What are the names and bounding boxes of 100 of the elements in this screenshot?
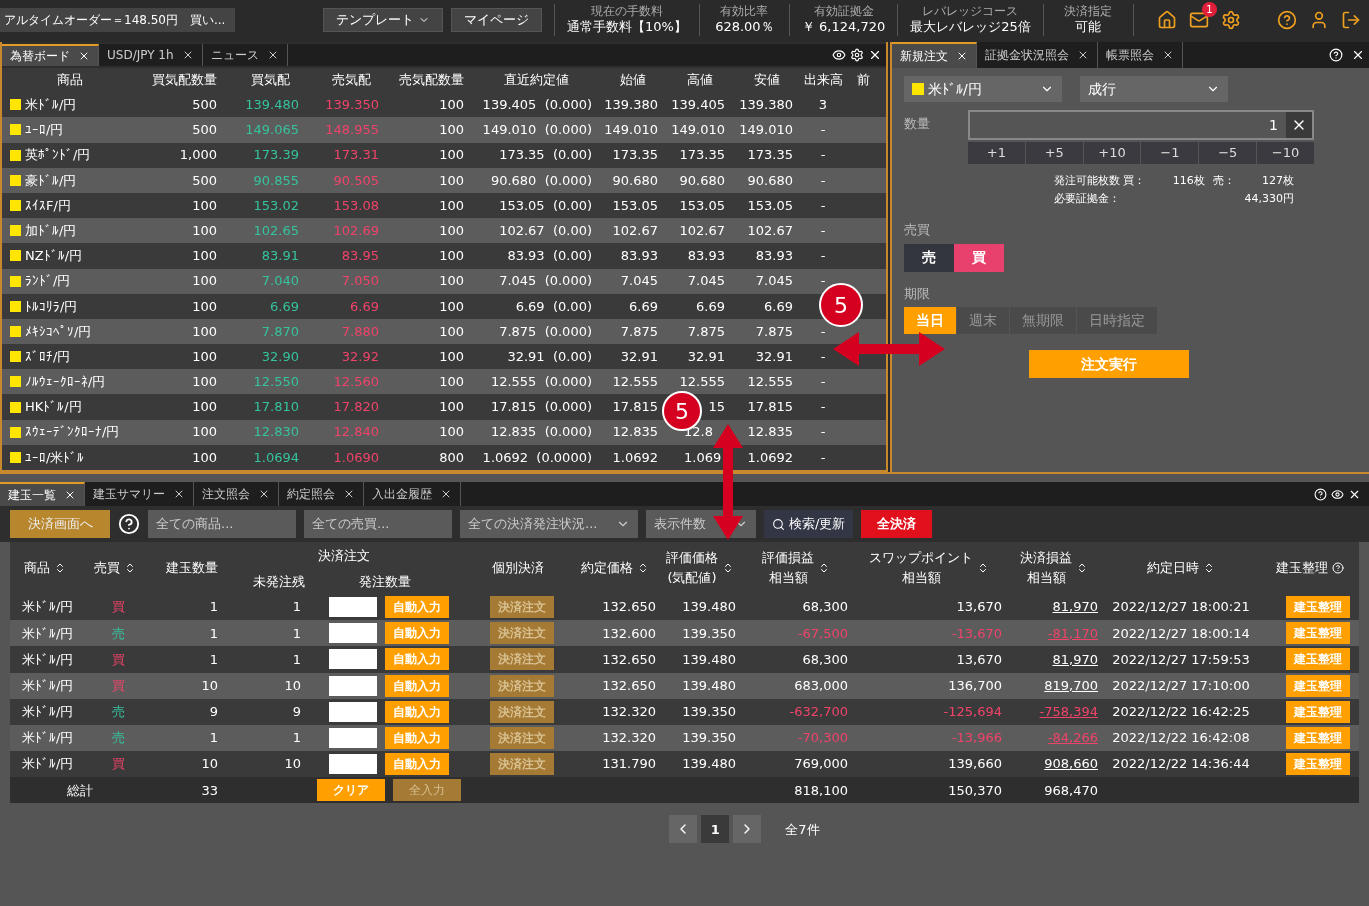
panel-tab[interactable]: 新規注文 <box>892 42 977 68</box>
side-cell-text: 売 <box>111 624 126 643</box>
search-button[interactable]: 検索/更新 <box>764 510 854 538</box>
order-type-select[interactable]: 成行 <box>1080 76 1228 102</box>
table-cell-text: 12.830 <box>253 423 299 442</box>
eye-icon[interactable] <box>1331 487 1344 501</box>
table-cell-text: 148.955 <box>325 121 379 140</box>
menu-button[interactable]: テンプレート <box>323 8 443 32</box>
quantity-input[interactable] <box>329 701 377 722</box>
table-cell-text: 100 <box>439 423 464 442</box>
table-link[interactable]: 819,700 <box>1006 675 1102 696</box>
table-cell-text: 100 <box>439 322 464 341</box>
stat-label: 有効証拠金 <box>813 4 874 18</box>
table-cell-text: NZﾄﾞﾙ/円 <box>25 247 82 266</box>
quantity-input[interactable] <box>329 728 377 749</box>
sort-icon[interactable] <box>818 562 830 574</box>
close-icon[interactable] <box>1162 49 1174 61</box>
home-icon[interactable] <box>1157 10 1177 30</box>
quantity-input[interactable] <box>329 597 377 618</box>
close-icon[interactable] <box>343 488 355 500</box>
table-cell-text: 7.875 <box>620 322 658 341</box>
table-cell-text: 7.045 <box>755 272 793 291</box>
table-cell-text: 米ﾄﾞﾙ/円 <box>21 729 75 748</box>
currency-marker <box>10 149 21 161</box>
help-icon[interactable] <box>1277 10 1297 30</box>
column-header: 決済損益 <box>1020 549 1072 567</box>
table-cell-text: 32.91 (0.00) <box>507 347 592 366</box>
sort-icon[interactable] <box>1076 562 1088 574</box>
table-cell-text: 6.69 <box>764 297 793 316</box>
table-cell-text: 12.555 <box>679 373 725 392</box>
quantity-field[interactable]: 1 <box>968 110 1314 140</box>
stat-label: 現在の手数料 <box>590 4 663 18</box>
close-icon[interactable] <box>1351 48 1365 62</box>
sort-icon[interactable] <box>1203 562 1215 574</box>
term-toggle[interactable]: 日時指定 <box>1077 307 1157 334</box>
filter-select[interactable]: 全ての売買... <box>304 510 452 538</box>
close-icon[interactable] <box>258 488 270 500</box>
close-icon[interactable] <box>173 488 185 500</box>
table-cell-text: 12.840 <box>333 423 379 442</box>
table-cell-text: 139.480 <box>245 96 299 115</box>
table-cell-text: 100 <box>439 221 464 240</box>
panel-tab[interactable]: 建玉一覧 <box>0 482 85 506</box>
column-header: 出来高 <box>803 71 843 90</box>
side-toggle[interactable]: 売 <box>904 243 954 272</box>
term-toggle[interactable]: 週末 <box>957 307 1009 334</box>
logout-icon[interactable] <box>1341 10 1361 30</box>
sort-icon[interactable] <box>977 562 989 574</box>
step-button[interactable]: +5 <box>1025 142 1083 164</box>
step-button[interactable]: −5 <box>1199 142 1257 164</box>
sort-icon[interactable] <box>637 562 649 574</box>
table-link[interactable]: 81,970 <box>1006 649 1102 670</box>
table-cell-text: 100 <box>439 347 464 366</box>
clear-button[interactable] <box>1286 112 1312 138</box>
table-cell-text: 153.02 <box>253 196 299 215</box>
currency-select[interactable]: 米ﾄﾞﾙ/円 <box>904 76 1062 102</box>
ticker-text[interactable]: アルタイムオーダー＝148.50円 買い... <box>0 8 235 32</box>
sort-icon[interactable] <box>722 562 734 574</box>
filter-select[interactable]: 全ての商品... <box>148 510 296 538</box>
term-toggle[interactable]: 無期限 <box>1010 307 1076 334</box>
sort-icon[interactable] <box>124 562 136 574</box>
next-page-button[interactable] <box>733 815 762 844</box>
close-icon[interactable] <box>1077 49 1089 61</box>
quantity-input[interactable] <box>329 649 377 670</box>
settings-icon[interactable] <box>1221 10 1241 30</box>
settle-screen-button[interactable]: 決済画面へ <box>10 510 110 538</box>
quantity-input[interactable] <box>329 754 377 775</box>
sort-icon[interactable] <box>54 562 66 574</box>
panel-tab[interactable]: 為替ボード <box>2 44 99 67</box>
quantity-input[interactable] <box>329 675 377 696</box>
table-link[interactable]: 908,660 <box>1006 754 1102 774</box>
table-cell-text: -632,700 <box>788 703 849 722</box>
close-icon[interactable] <box>440 488 452 500</box>
step-button[interactable]: +1 <box>968 142 1025 164</box>
table-cell-text: 7.875 <box>755 322 793 341</box>
table-link[interactable]: 81,970 <box>1006 597 1102 617</box>
column-header: (気配値) <box>667 569 717 587</box>
table-cell-text: 139.350 <box>681 624 737 643</box>
step-button[interactable]: −1 <box>1141 142 1199 164</box>
currency-marker <box>10 99 21 111</box>
table-cell-text: 139,660 <box>947 755 1003 774</box>
table-cell-text: 15 <box>708 398 725 417</box>
previous-page-button[interactable] <box>669 815 698 844</box>
step-button[interactable]: +10 <box>1083 142 1141 164</box>
quantity-input[interactable] <box>329 623 377 644</box>
menu-button[interactable]: マイページ <box>451 8 542 32</box>
filter-select[interactable]: 全ての決済発注状況... <box>460 510 638 538</box>
mail-icon[interactable] <box>1189 10 1209 30</box>
close-icon[interactable] <box>956 50 968 62</box>
info-label: 必要証拠金： <box>1054 191 1120 207</box>
step-button[interactable]: −10 <box>1257 142 1314 164</box>
table-link[interactable]: -758,394 <box>1006 702 1102 722</box>
side-cell-text: 買 <box>111 755 126 774</box>
side-toggle[interactable]: 買 <box>954 243 1004 272</box>
user-icon[interactable] <box>1309 10 1329 30</box>
close-icon[interactable] <box>64 489 76 501</box>
column-header: 建玉整理 <box>1275 559 1328 577</box>
close-all-button[interactable]: 全決済 <box>861 510 933 538</box>
table-cell-text: 90.855 <box>253 171 299 190</box>
eye-icon[interactable] <box>832 48 846 63</box>
page-button[interactable]: 1 <box>701 815 730 844</box>
